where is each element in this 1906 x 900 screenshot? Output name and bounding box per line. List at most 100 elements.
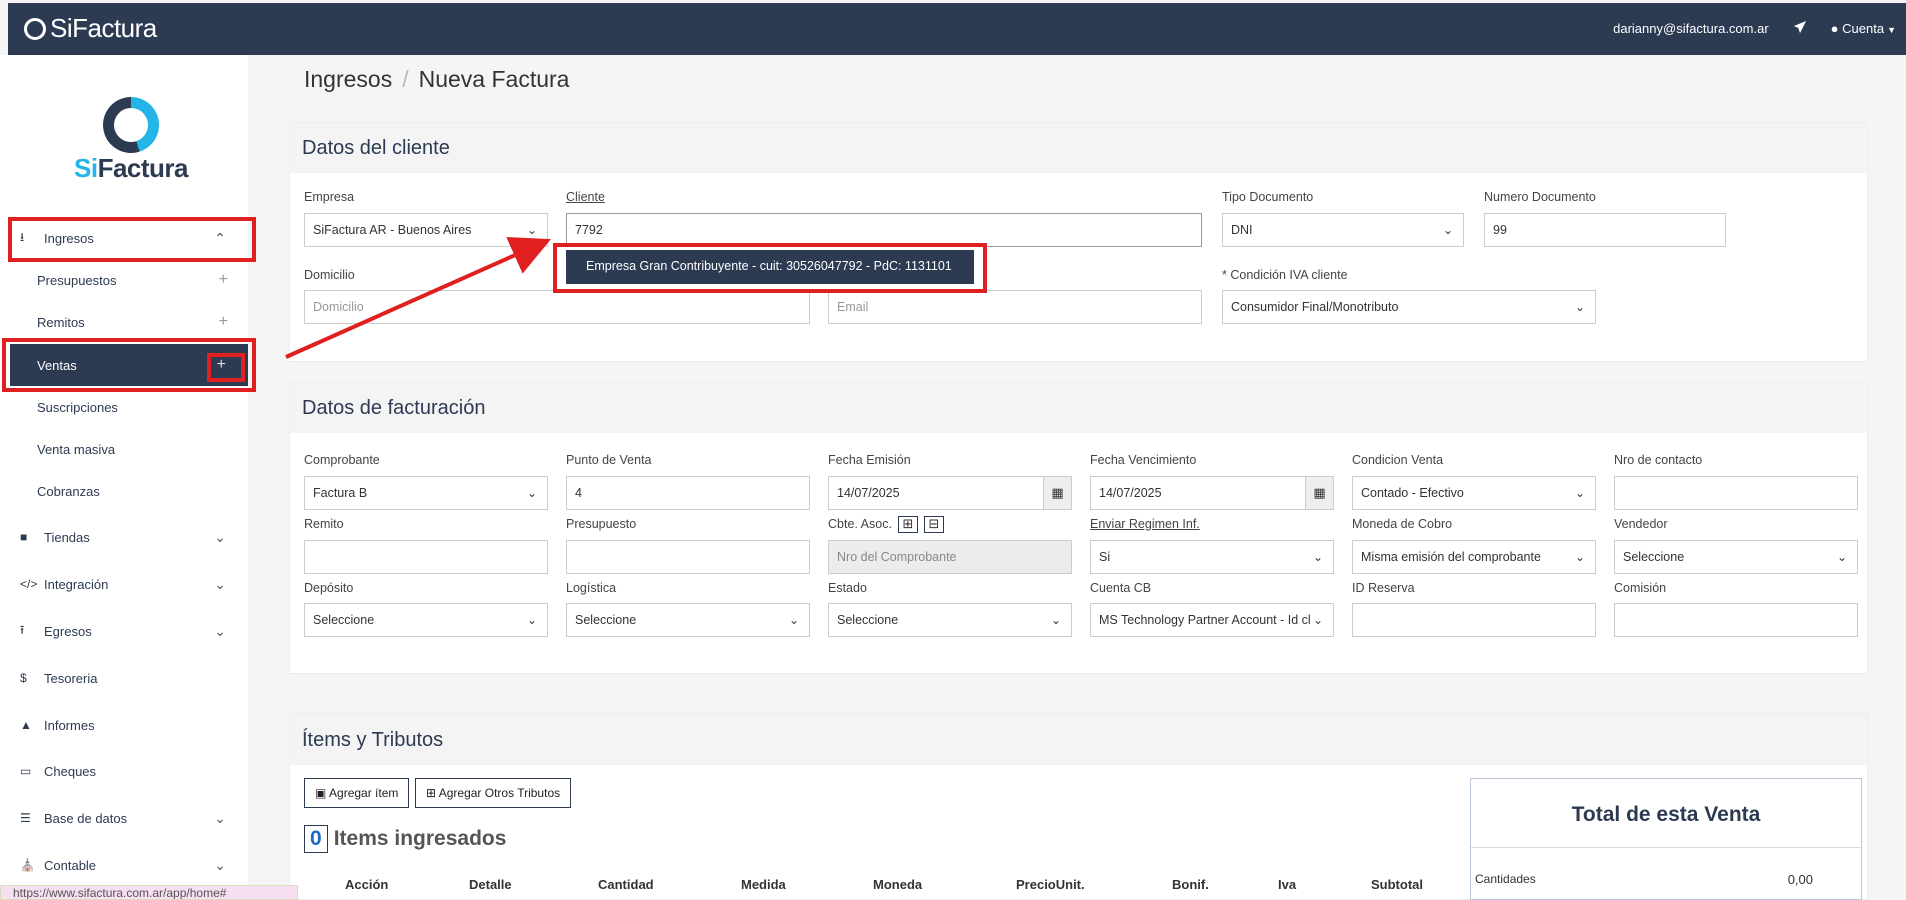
- nro-contacto-input[interactable]: [1614, 476, 1858, 510]
- top-navbar: SiFactura darianny@sifactura.com.ar ● Cu…: [8, 3, 1906, 55]
- add-venta-plus-icon[interactable]: +: [217, 356, 226, 374]
- tipo-documento-label: Tipo Documento: [1222, 190, 1314, 204]
- vendedor-select[interactable]: Seleccione ⌄: [1614, 540, 1858, 574]
- sidebar-item-ingresos[interactable]: ⭳ Ingresos ⌃: [10, 217, 250, 259]
- cuenta-cb-select[interactable]: MS Technology Partner Account - Id cl ⌄: [1090, 603, 1334, 637]
- cliente-value: 7792: [575, 223, 603, 237]
- calendar-icon[interactable]: ▦: [1043, 477, 1071, 509]
- chevron-up-icon: ⌃: [214, 229, 226, 246]
- cliente-search-input[interactable]: 7792: [566, 213, 1202, 247]
- account-menu[interactable]: ● Cuenta ▼: [1831, 21, 1896, 36]
- condicion-iva-select[interactable]: Consumidor Final/Monotributo ⌄: [1222, 290, 1596, 324]
- calendar-icon[interactable]: ▦: [1305, 477, 1333, 509]
- column-header: Medida: [741, 877, 786, 892]
- column-header: Moneda: [873, 877, 923, 892]
- caret-down-icon: ▼: [1887, 25, 1896, 35]
- chevron-down-icon: ⌄: [1312, 613, 1323, 627]
- presupuesto-input[interactable]: [566, 540, 810, 574]
- chevron-down-icon: ⌄: [1574, 550, 1585, 564]
- logo-mark-icon: [103, 97, 159, 153]
- remove-cbte-minus-icon[interactable]: ⊟: [924, 516, 944, 533]
- regimen-value: Si: [1099, 550, 1111, 564]
- condicion-venta-select[interactable]: Contado - Efectivo ⌄: [1352, 476, 1596, 510]
- chevron-down-icon: ⌄: [1574, 300, 1585, 314]
- numero-documento-label: Numero Documento: [1484, 190, 1596, 204]
- cliente-label: Cliente: [566, 190, 605, 204]
- cbte-asoc-label: Cbte. Asoc.: [828, 517, 892, 531]
- sidebar-item-label: Integración: [44, 576, 109, 592]
- estado-select[interactable]: Seleccione ⌄: [828, 603, 1072, 637]
- remito-label: Remito: [304, 517, 344, 531]
- sidebar-item-contable[interactable]: ⛪ Contable ⌄: [10, 844, 250, 886]
- sidebar-item-venta-masiva[interactable]: Venta masiva: [10, 428, 250, 470]
- comprobante-select[interactable]: Factura B ⌄: [304, 476, 548, 510]
- domicilio-input[interactable]: Domicilio: [304, 290, 810, 324]
- fecha-emision-label: Fecha Emisión: [828, 453, 911, 467]
- chevron-down-icon: ⌄: [214, 622, 226, 639]
- chevron-down-icon: ⌄: [1442, 223, 1453, 237]
- sidebar-item-informes[interactable]: ▲ Informes: [10, 704, 250, 746]
- plus-icon[interactable]: +: [219, 313, 228, 331]
- fecha-emision-input[interactable]: 14/07/2025 ▦: [828, 476, 1072, 510]
- items-card-title: Ítems y Tributos: [290, 713, 1867, 765]
- deposito-select[interactable]: Seleccione ⌄: [304, 603, 548, 637]
- logistica-value: Seleccione: [575, 613, 637, 627]
- sidebar-item-tiendas[interactable]: ■ Tiendas ⌄: [10, 516, 250, 558]
- comision-input[interactable]: [1614, 603, 1858, 637]
- empresa-select[interactable]: SiFactura AR - Buenos Aires ⌄: [304, 213, 548, 247]
- add-tributos-button[interactable]: ⊞ Agregar Otros Tributos: [415, 778, 572, 808]
- sidebar-item-label: Cheques: [44, 763, 97, 779]
- add-item-button[interactable]: ▣ Agregar ítem: [304, 778, 410, 808]
- chevron-down-icon: ⌄: [214, 528, 226, 545]
- remito-input[interactable]: [304, 540, 548, 574]
- chevron-down-icon: ⌄: [1312, 550, 1323, 564]
- plus-icon[interactable]: +: [219, 271, 228, 289]
- brand-logo[interactable]: SiFactura: [24, 13, 157, 44]
- sidebar-item-tesoreria[interactable]: $ Tesoreria: [10, 657, 250, 699]
- sidebar-item-suscripciones[interactable]: Suscripciones: [10, 386, 250, 428]
- chevron-down-icon: ⌄: [1836, 550, 1847, 564]
- sidebar-item-egresos[interactable]: ⭱ Egresos ⌄: [10, 610, 250, 652]
- moneda-cobro-label: Moneda de Cobro: [1352, 517, 1453, 531]
- sidebar-item-label: Presupuestos: [37, 272, 117, 288]
- id-reserva-input[interactable]: [1352, 603, 1596, 637]
- punto-venta-input[interactable]: 4: [566, 476, 810, 510]
- sidebar-item-label: Tiendas: [44, 529, 90, 545]
- tipo-documento-select[interactable]: DNI ⌄: [1222, 213, 1464, 247]
- cliente-suggestion-item[interactable]: Empresa Gran Contribuyente - cuit: 30526…: [566, 250, 974, 284]
- sidebar-item-label: Venta masiva: [37, 441, 116, 457]
- sidebar-item-cobranzas[interactable]: Cobranzas: [10, 470, 250, 512]
- credit-card-icon: ▭: [20, 764, 32, 778]
- sidebar-item-ventas[interactable]: Ventas +: [10, 344, 248, 386]
- totals-title: Total de esta Venta: [1571, 803, 1761, 826]
- sidebar-item-integracion[interactable]: </> Integración ⌄: [10, 563, 250, 605]
- sidebar-item-presupuestos[interactable]: Presupuestos +: [10, 259, 250, 301]
- logistica-select[interactable]: Seleccione ⌄: [566, 603, 810, 637]
- domicilio-label: Domicilio: [304, 268, 355, 282]
- domicilio-placeholder: Domicilio: [313, 300, 364, 314]
- sidebar-item-label: Ventas: [37, 357, 77, 373]
- cliente-card-title: Datos del cliente: [290, 123, 1867, 173]
- regimen-select[interactable]: Si ⌄: [1090, 540, 1334, 574]
- sidebar-item-label: Informes: [44, 717, 95, 733]
- paper-plane-icon[interactable]: [1793, 20, 1807, 37]
- moneda-cobro-value: Misma emisión del comprobante: [1361, 550, 1541, 564]
- area-chart-icon: ▲: [20, 718, 32, 732]
- id-reserva-label: ID Reserva: [1352, 581, 1415, 595]
- sidebar-item-label: Tesoreria: [44, 670, 98, 686]
- sidebar-item-remitos[interactable]: Remitos +: [10, 301, 250, 343]
- chevron-down-icon: ⌄: [788, 613, 799, 627]
- fecha-vencimiento-input[interactable]: 14/07/2025 ▦: [1090, 476, 1334, 510]
- sidebar-item-cheques[interactable]: ▭ Cheques: [10, 750, 250, 792]
- comision-label: Comisión: [1614, 581, 1667, 595]
- sidebar-item-base-de-datos[interactable]: ☰ Base de datos ⌄: [10, 797, 250, 839]
- column-header: Bonif.: [1172, 877, 1209, 892]
- moneda-cobro-select[interactable]: Misma emisión del comprobante ⌄: [1352, 540, 1596, 574]
- numero-documento-input[interactable]: 99: [1484, 213, 1726, 247]
- sidebar-item-label: Base de datos: [44, 810, 128, 826]
- add-cbte-plus-icon[interactable]: ⊞: [898, 516, 918, 533]
- email-input[interactable]: Email: [828, 290, 1202, 324]
- email-placeholder: Email: [837, 300, 869, 314]
- breadcrumb-parent[interactable]: Ingresos: [304, 66, 392, 92]
- column-header: Acción: [345, 877, 389, 892]
